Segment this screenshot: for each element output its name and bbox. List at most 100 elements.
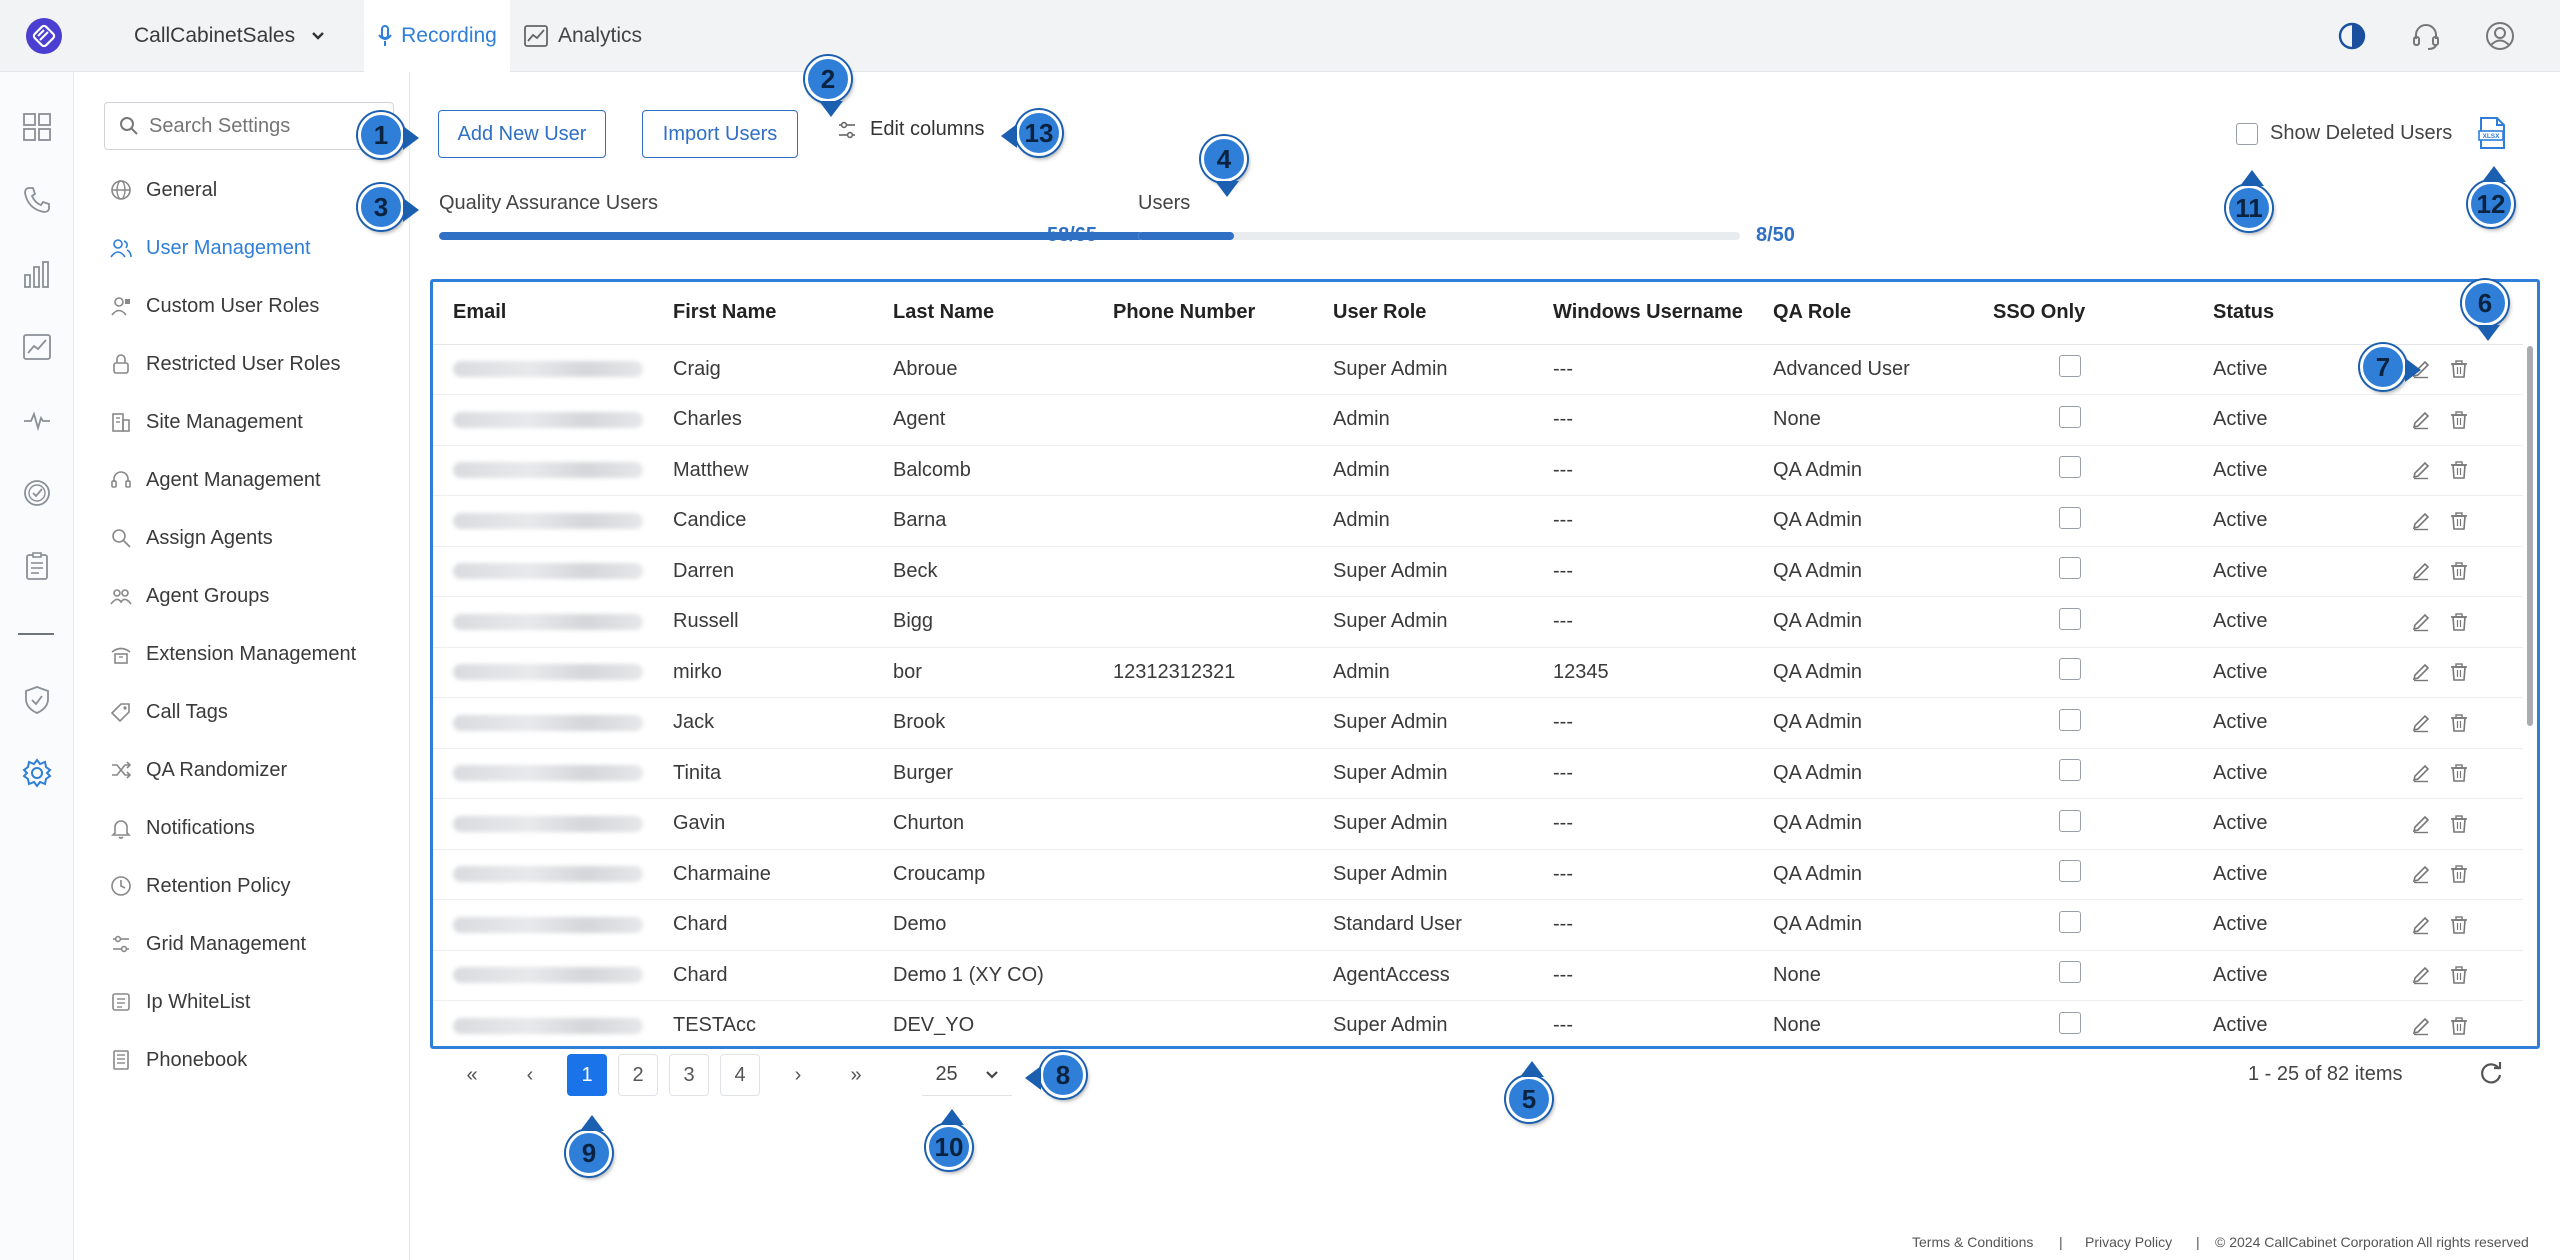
page-button-2[interactable]: 2 [618,1054,658,1096]
import-users-button[interactable]: Import Users [642,110,798,158]
sidebar-item-general[interactable]: General [110,170,217,210]
refresh-icon[interactable] [2478,1060,2504,1091]
table-row[interactable]: Chard Demo 1 (XY CO) AgentAccess --- None Act… [433,950,2523,1001]
terms-link[interactable]: Terms & Conditions [1912,1234,2033,1250]
column-header-user-role[interactable]: User Role [1313,282,1533,345]
sso-only-checkbox[interactable] [2059,759,2081,782]
page-button-1[interactable]: 1 [567,1054,607,1096]
sso-only-checkbox[interactable] [2059,910,2081,933]
search-settings[interactable] [104,102,394,150]
user-icon[interactable] [2484,20,2516,52]
sso-only-checkbox[interactable] [2059,1011,2081,1034]
table-row[interactable]: Russell Bigg Super Admin --- QA Admin Active [433,596,2523,648]
sidebar-item-site-management[interactable]: Site Management [110,402,303,442]
export-xlsx-icon[interactable]: XLSX [2476,116,2508,155]
phone-icon[interactable] [20,183,54,217]
show-deleted-users-toggle[interactable]: Show Deleted Users [2236,122,2452,145]
column-header-windows-username[interactable]: Windows Username [1533,282,1753,345]
table-row[interactable]: Jack Brook Super Admin --- QA Admin Active [433,697,2523,749]
sidebar-item-phonebook[interactable]: Phonebook [110,1040,247,1080]
table-row[interactable]: Craig Abroue Super Admin --- Advanced User Ac… [433,344,2523,395]
delete-icon[interactable] [2449,359,2469,379]
show-deleted-checkbox[interactable] [2236,122,2258,145]
edit-icon[interactable] [2411,814,2431,834]
edit-icon[interactable] [2411,965,2431,985]
delete-icon[interactable] [2449,511,2469,531]
table-row[interactable]: TESTAcc DEV_YO Super Admin --- None Active [433,1000,2523,1046]
sso-only-checkbox[interactable] [2059,708,2081,731]
column-header-phone-number[interactable]: Phone Number [1093,282,1313,345]
prev-page-button[interactable]: ‹ [510,1054,550,1096]
search-input[interactable] [149,114,369,138]
delete-icon[interactable] [2449,561,2469,581]
first-page-button[interactable]: « [452,1054,492,1096]
table-row[interactable]: Gavin Churton Super Admin --- QA Admin Active [433,798,2523,850]
delete-icon[interactable] [2449,662,2469,682]
page-button-3[interactable]: 3 [669,1054,709,1096]
sso-only-checkbox[interactable] [2059,658,2081,681]
tab-recording[interactable]: Recording [364,0,510,72]
table-row[interactable]: Candice Barna Admin --- QA Admin Active [433,495,2523,547]
headset-icon[interactable] [2410,20,2442,52]
table-row[interactable]: Darren Beck Super Admin --- QA Admin Active [433,546,2523,597]
sidebar-item-extension-management[interactable]: Extension Management [110,634,356,674]
table-scrollbar[interactable] [2527,346,2533,726]
edit-icon[interactable] [2411,662,2431,682]
edit-icon[interactable] [2411,511,2431,531]
delete-icon[interactable] [2449,1016,2469,1036]
edit-icon[interactable] [2411,460,2431,480]
sso-only-checkbox[interactable] [2059,405,2081,428]
sidebar-item-agent-management[interactable]: Agent Management [110,460,321,500]
sso-only-checkbox[interactable] [2059,557,2081,580]
table-row[interactable]: mirko bor 12312312321 Admin 12345 QA Admin Act… [433,647,2523,698]
edit-icon[interactable] [2411,864,2431,884]
workspace-selector[interactable]: CallCabinetSales [134,24,325,48]
app-logo[interactable] [26,18,62,54]
sidebar-item-call-tags[interactable]: Call Tags [110,692,228,732]
delete-icon[interactable] [2449,864,2469,884]
sso-only-checkbox[interactable] [2059,961,2081,984]
contrast-icon[interactable] [2336,20,2368,52]
edit-icon[interactable] [2411,915,2431,935]
column-header-last-name[interactable]: Last Name [873,282,1093,345]
edit-icon[interactable] [2411,713,2431,733]
sso-only-checkbox[interactable] [2059,607,2081,630]
sidebar-item-restricted-user-roles[interactable]: Restricted User Roles [110,344,341,384]
tab-analytics[interactable]: Analytics [524,0,642,72]
last-page-button[interactable]: » [836,1054,876,1096]
page-size-select[interactable]: 25 [922,1054,1012,1096]
sidebar-item-custom-user-roles[interactable]: Custom User Roles [110,286,319,326]
pulse-icon[interactable] [20,403,54,437]
column-header-qa-role[interactable]: QA Role [1753,282,1973,345]
dashboard-icon[interactable] [20,110,54,144]
add-new-user-button[interactable]: Add New User [438,110,606,158]
page-button-4[interactable]: 4 [720,1054,760,1096]
edit-columns-button[interactable]: Edit columns [836,118,985,141]
edit-icon[interactable] [2411,410,2431,430]
edit-icon[interactable] [2411,763,2431,783]
delete-icon[interactable] [2449,763,2469,783]
delete-icon[interactable] [2449,814,2469,834]
check-circle-icon[interactable] [20,476,54,510]
delete-icon[interactable] [2449,713,2469,733]
sso-only-checkbox[interactable] [2059,456,2081,479]
table-row[interactable]: Matthew Balcomb Admin --- QA Admin Active [433,445,2523,496]
sso-only-checkbox[interactable] [2059,809,2081,832]
column-header-email[interactable]: Email [433,282,653,345]
table-row[interactable]: Charmaine Croucamp Super Admin --- QA Admin A… [433,849,2523,900]
table-row[interactable]: Charles Agent Admin --- None Active [433,394,2523,446]
sidebar-item-ip-whitelist[interactable]: Ip WhiteList [110,982,250,1022]
privacy-link[interactable]: Privacy Policy [2085,1234,2172,1250]
column-header-status[interactable]: Status [2193,282,2383,345]
settings-icon[interactable] [20,756,54,790]
delete-icon[interactable] [2449,965,2469,985]
sidebar-item-agent-groups[interactable]: Agent Groups [110,576,269,616]
sso-only-checkbox[interactable] [2059,355,2081,378]
sso-only-checkbox[interactable] [2059,506,2081,529]
column-header-first-name[interactable]: First Name [653,282,873,345]
bar-chart-icon[interactable] [20,257,54,291]
sidebar-item-retention-policy[interactable]: Retention Policy [110,866,291,906]
sidebar-item-qa-randomizer[interactable]: QA Randomizer [110,750,287,790]
sso-only-checkbox[interactable] [2059,860,2081,883]
clipboard-icon[interactable] [20,549,54,583]
